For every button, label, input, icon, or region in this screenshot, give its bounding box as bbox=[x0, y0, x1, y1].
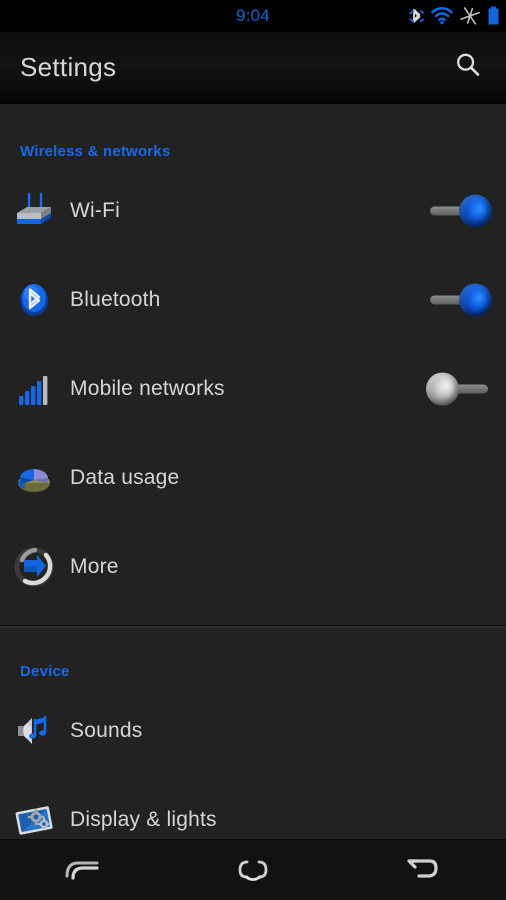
settings-row-wifi[interactable]: Wi-Fi bbox=[0, 166, 506, 255]
mobile-networks-toggle[interactable] bbox=[426, 368, 494, 410]
recents-button[interactable] bbox=[34, 840, 134, 900]
section-title: Wireless & networks bbox=[20, 143, 171, 160]
bluetooth-icon bbox=[409, 6, 424, 26]
navigation-bar bbox=[0, 839, 506, 900]
settings-row-sounds[interactable]: Sounds bbox=[0, 686, 506, 775]
airplane-icon bbox=[460, 7, 480, 25]
wifi-icon bbox=[431, 7, 453, 25]
settings-row-label: Bluetooth bbox=[70, 287, 161, 311]
home-icon bbox=[236, 856, 270, 884]
page-title: Settings bbox=[20, 52, 117, 82]
settings-row-more[interactable]: More bbox=[0, 522, 506, 611]
search-icon bbox=[453, 50, 483, 85]
settings-row-bluetooth[interactable]: Bluetooth bbox=[0, 255, 506, 344]
toggle-knob bbox=[459, 194, 492, 227]
status-icon-tray bbox=[409, 0, 500, 32]
back-button[interactable] bbox=[372, 840, 472, 900]
back-icon bbox=[403, 856, 441, 884]
status-bar: 9:04 bbox=[0, 0, 506, 32]
toggle-knob bbox=[459, 283, 492, 316]
battery-icon bbox=[487, 6, 500, 26]
settings-row-label: Sounds bbox=[70, 718, 143, 742]
section-header-device: Device bbox=[0, 628, 506, 686]
pie-chart-icon bbox=[0, 454, 68, 502]
search-button[interactable] bbox=[444, 44, 492, 92]
settings-row-label: Mobile networks bbox=[70, 376, 225, 400]
settings-row-label: Wi-Fi bbox=[70, 198, 120, 222]
action-bar: Settings bbox=[0, 32, 506, 104]
settings-row-label: More bbox=[70, 554, 119, 578]
home-button[interactable] bbox=[203, 840, 303, 900]
toggle-knob bbox=[426, 372, 459, 405]
toggle-track bbox=[454, 384, 488, 393]
section-header-wireless: Wireless & networks bbox=[0, 104, 506, 166]
recents-icon bbox=[63, 856, 105, 884]
settings-row-data-usage[interactable]: Data usage bbox=[0, 433, 506, 522]
settings-row-label: Data usage bbox=[70, 465, 180, 489]
arrow-circle-icon bbox=[0, 543, 68, 591]
settings-row-mobile-networks[interactable]: Mobile networks bbox=[0, 344, 506, 433]
signal-bars-icon bbox=[0, 365, 68, 413]
status-clock: 9:04 bbox=[236, 6, 270, 25]
bluetooth-icon bbox=[0, 276, 68, 324]
speaker-notes-icon bbox=[0, 707, 68, 755]
settings-row-label: Display & lights bbox=[70, 807, 217, 831]
wifi-toggle[interactable] bbox=[426, 190, 494, 232]
settings-list: Wireless & networks Wi-Fi Bluetooth Mobi… bbox=[0, 104, 506, 839]
router-icon bbox=[0, 187, 68, 235]
section-title: Device bbox=[20, 663, 70, 680]
bluetooth-toggle[interactable] bbox=[426, 279, 494, 321]
display-gear-icon bbox=[0, 796, 68, 840]
settings-row-display-lights[interactable]: Display & lights bbox=[0, 775, 506, 839]
phone-screen: 9:04 Settings Wireless & networks Wi-Fi … bbox=[0, 0, 506, 900]
